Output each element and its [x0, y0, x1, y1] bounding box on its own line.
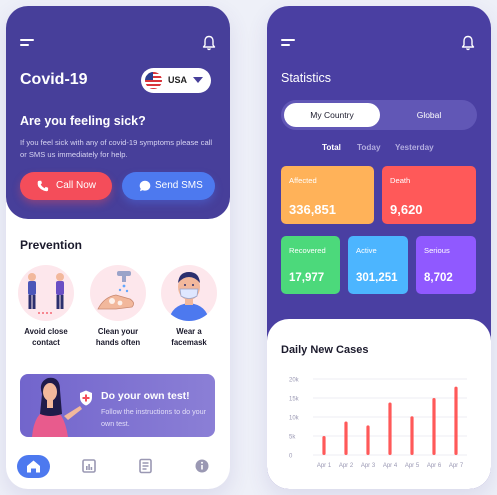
chevron-down-icon — [193, 77, 203, 83]
sick-advice: If you feel sick with any of covid-19 sy… — [20, 138, 213, 159]
chart-icon — [82, 459, 96, 473]
period-today[interactable]: Today — [357, 143, 381, 152]
chart-bar — [344, 421, 348, 455]
stat-label-active: Active — [356, 246, 377, 255]
x-tick-label: Apr 5 — [405, 463, 420, 469]
stat-label-death: Death — [390, 176, 411, 185]
send-sms-label: Send SMS — [155, 180, 203, 191]
send-sms-button[interactable]: Send SMS — [122, 172, 215, 200]
chart-bar — [454, 386, 458, 455]
x-tick-label: Apr 3 — [361, 463, 376, 469]
y-tick-label: 5k — [289, 435, 296, 441]
stat-label-serious: Serious — [424, 246, 450, 255]
x-tick-label: Apr 7 — [449, 463, 464, 469]
stat-card-death: Death 9,620 — [382, 166, 476, 224]
self-test-title: Do your own test! — [101, 390, 190, 402]
stat-label-recovered: Recovered — [289, 246, 326, 255]
stat-card-active: Active 301,251 — [348, 236, 408, 294]
stat-value-active: 301,251 — [356, 272, 398, 284]
statistics-title: Statistics — [281, 71, 332, 85]
tab-global[interactable]: Global — [383, 103, 475, 127]
home-icon — [27, 460, 40, 473]
nav-info[interactable] — [192, 456, 212, 476]
country-select[interactable]: USA — [141, 68, 211, 93]
chart-bar — [410, 416, 414, 455]
chart-bar — [388, 402, 392, 455]
stat-label-affected: Affected — [289, 176, 317, 185]
prevention-label-2: Clean your hands often — [95, 327, 141, 347]
stat-value-affected: 336,851 — [289, 202, 336, 217]
x-tick-label: Apr 2 — [339, 463, 354, 469]
statistics-screen: Statistics My Country Global Total Today… — [267, 6, 491, 489]
usa-flag-icon — [145, 72, 162, 89]
stat-card-affected: Affected 336,851 — [281, 166, 374, 224]
tab-my-country[interactable]: My Country — [284, 103, 380, 127]
home-screen: Covid-19 USA Are you feeling sick? If yo… — [6, 6, 230, 489]
call-now-label: Call Now — [56, 180, 97, 191]
prevention-title: Prevention — [20, 238, 83, 252]
bell-icon[interactable] — [202, 35, 216, 51]
sick-question: Are you feeling sick? — [20, 114, 146, 128]
phone-icon — [37, 180, 49, 192]
wash-hands-illustration — [90, 265, 146, 321]
chart-bar — [366, 425, 370, 455]
nav-news[interactable] — [136, 456, 156, 476]
app-title: Covid-19 — [20, 71, 88, 88]
stat-value-recovered: 17,977 — [289, 272, 325, 284]
region-toggle: My Country Global — [281, 100, 477, 130]
stat-value-death: 9,620 — [390, 202, 423, 217]
call-now-button[interactable]: Call Now — [20, 172, 112, 200]
period-total[interactable]: Total — [322, 143, 341, 152]
stat-card-recovered: Recovered 17,977 — [281, 236, 340, 294]
facemask-illustration — [161, 265, 217, 321]
y-tick-label: 0 — [289, 454, 293, 460]
y-tick-label: 20k — [289, 378, 300, 384]
bottom-nav — [6, 451, 230, 489]
menu-icon[interactable] — [281, 38, 295, 48]
self-test-text: Follow the instructions to do your own t… — [101, 407, 207, 428]
stat-value-serious: 8,702 — [424, 272, 453, 284]
stat-card-serious: Serious 8,702 — [416, 236, 476, 294]
chart-bar — [432, 398, 436, 455]
y-tick-label: 15k — [289, 397, 300, 403]
x-tick-label: Apr 4 — [383, 463, 398, 469]
news-icon — [139, 458, 152, 474]
country-label: USA — [168, 75, 188, 85]
shield-icon — [80, 390, 92, 406]
bell-icon[interactable] — [461, 35, 475, 51]
prevention-label-1: Avoid close contact — [24, 327, 68, 347]
self-test-card[interactable]: Do your own test! Follow the instruction… — [20, 374, 215, 437]
nav-home[interactable] — [17, 455, 50, 478]
y-tick-label: 10k — [289, 416, 300, 422]
prevention-label-3: Wear a facemask — [171, 327, 207, 347]
chart-bar — [322, 436, 326, 455]
daily-cases-chart: 20k 15k 10k 5k 0 Apr 1 Apr 2 Apr 3 Apr 4 Apr 5 Apr… — [289, 378, 467, 469]
info-icon — [195, 459, 209, 473]
avoid-contact-illustration — [18, 265, 74, 321]
nav-stats[interactable] — [79, 456, 99, 476]
daily-cases-card: Daily New Cases 20k 15k 10k 5k 0 Apr 1 Apr 2 Ap… — [267, 319, 491, 489]
home-header: Covid-19 USA Are you feeling sick? If yo… — [6, 6, 230, 219]
menu-icon[interactable] — [20, 38, 34, 48]
period-yesterday[interactable]: Yesterday — [395, 143, 434, 152]
chat-icon — [139, 180, 151, 192]
x-tick-label: Apr 1 — [317, 463, 332, 469]
x-tick-label: Apr 6 — [427, 463, 442, 469]
